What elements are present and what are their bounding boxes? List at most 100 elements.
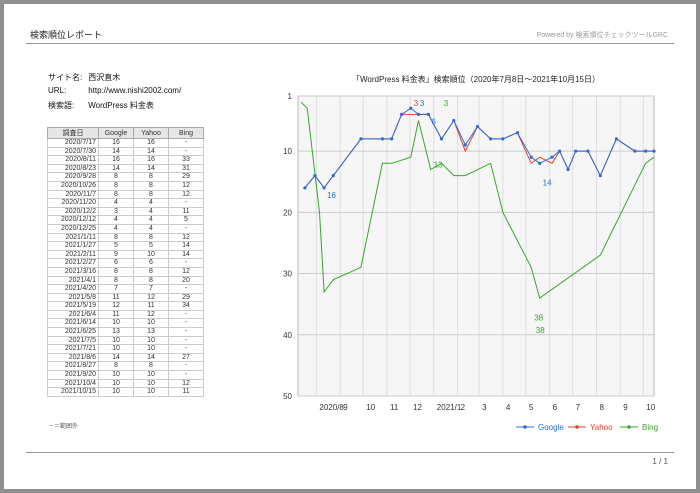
- google-point: [380, 137, 384, 141]
- bing-cell: -: [168, 146, 204, 157]
- google-point: [538, 161, 542, 165]
- table-row: 2021/8/27 8 8-: [47, 361, 204, 372]
- table-row: 2020/8/23 14 14 31: [47, 163, 204, 174]
- data-label: 3: [420, 99, 425, 108]
- x-tick-label: 2021/1: [437, 403, 462, 412]
- google-cell: 14: [98, 146, 134, 157]
- x-tick-label: 10: [366, 403, 375, 412]
- yahoo-cell: 8: [133, 266, 169, 277]
- x-tick-label: 8: [599, 403, 604, 412]
- google-point: [303, 186, 307, 190]
- header-divider: [26, 43, 674, 44]
- keyword-value: WordPress 料金表: [88, 101, 154, 110]
- col-yahoo-header: Yahoo: [133, 127, 169, 139]
- google-cell: 10: [98, 387, 134, 397]
- bing-cell: -: [168, 138, 204, 148]
- bing-cell: 34: [168, 301, 204, 311]
- page-number: 1 / 1: [652, 457, 668, 466]
- yahoo-cell: 8: [133, 232, 169, 243]
- data-label: 16: [327, 191, 336, 200]
- table-row: 2020/8/11 16 16 33: [47, 155, 204, 165]
- google-cell: 4: [98, 198, 134, 208]
- date-cell: 2020/12/25: [47, 223, 99, 234]
- date-cell: 2021/10/15: [47, 387, 99, 397]
- date-cell: 2021/4/1: [47, 275, 99, 286]
- bing-cell: -: [168, 344, 204, 354]
- plot-area: [297, 95, 655, 397]
- google-point: [501, 137, 505, 141]
- date-cell: 2021/8/6: [47, 352, 99, 363]
- date-cell: 2021/7/21: [47, 344, 99, 354]
- date-cell: 2021/10/4: [47, 378, 99, 389]
- google-cell: 16: [98, 155, 134, 165]
- yahoo-cell: 14: [133, 163, 169, 174]
- report-title: 検索順位レポート: [30, 30, 103, 40]
- table-row: 2021/10/4 10 10 12: [47, 378, 204, 389]
- google-cell: 16: [98, 138, 134, 148]
- footer-divider: [26, 452, 674, 453]
- x-tick-label: 12: [413, 403, 422, 412]
- google-cell: 8: [98, 266, 134, 277]
- x-tick-label: 3: [482, 403, 487, 412]
- x-tick-label: 6: [553, 403, 558, 412]
- yahoo-cell: 10: [133, 335, 169, 346]
- bing-cell: 12: [168, 180, 204, 191]
- table-row: 2020/12/2 3 4 11: [47, 206, 204, 217]
- google-point: [475, 125, 480, 129]
- google-cell: 14: [98, 163, 134, 174]
- google-point: [426, 112, 431, 116]
- google-cell: 4: [98, 223, 134, 234]
- table-row: 2021/1/27 5 5 14: [47, 241, 204, 251]
- bing-cell: 20: [168, 275, 204, 286]
- ranking-chart: 2020/8 9 10 11 12 2021/1 2 3 4 5 6 7 8 9 1011020304050…: [283, 92, 656, 412]
- google-cell: 4: [98, 215, 134, 225]
- table-row: 2021/6/25 13 13-: [47, 327, 204, 337]
- ranking-table: 調査日 Google Yahoo Bing 2020/7/17 16 16-2020…: [47, 127, 204, 397]
- bing-cell: 12: [168, 189, 204, 200]
- yahoo-cell: 4: [133, 215, 169, 225]
- yahoo-cell: 16: [133, 155, 169, 165]
- table-row: 2021/9/20 10 10-: [47, 370, 204, 380]
- y-tick-label: 40: [283, 331, 292, 340]
- yahoo-cell: 8: [133, 275, 169, 286]
- x-tick-label: 4: [506, 403, 511, 412]
- google-cell: 8: [98, 172, 134, 182]
- date-cell: 2020/8/23: [47, 163, 99, 174]
- google-point: [416, 112, 421, 116]
- x-tick-label: 9: [623, 403, 628, 412]
- google-cell: 7: [98, 284, 134, 294]
- table-row: 2020/12/25 4 4-: [47, 223, 204, 234]
- yahoo-cell: 4: [133, 198, 169, 208]
- y-tick-label: 50: [283, 392, 292, 401]
- bing-cell: 12: [168, 266, 204, 277]
- date-cell: 2021/9/20: [47, 370, 99, 380]
- legend-marker: [523, 425, 527, 429]
- google-point: [614, 137, 619, 141]
- report-page: 検索順位レポート Powered by 検索順位チェックツールGRC サイト名:…: [4, 4, 696, 489]
- col-bing-header: Bing: [168, 127, 204, 139]
- date-cell: 2021/1/11: [47, 232, 99, 243]
- date-cell: 2020/10/26: [47, 180, 99, 191]
- google-cell: 8: [98, 180, 134, 191]
- table-row: 2021/2/11 9 10 14: [47, 249, 204, 260]
- bing-cell: -: [168, 284, 204, 294]
- date-cell: 2021/2/27: [47, 258, 99, 268]
- table-row: 2021/4/20 7 7-: [47, 284, 204, 294]
- data-label: 14: [543, 179, 552, 188]
- legend-item-yahoo: Yahoo: [568, 423, 613, 432]
- table-row: 2021/7/5 10 10-: [47, 335, 204, 346]
- data-label: 38: [536, 326, 545, 335]
- date-cell: 2021/5/19: [47, 301, 99, 311]
- yahoo-cell: 10: [133, 344, 169, 354]
- legend-graphic: Google Yahoo Bing: [516, 423, 658, 432]
- google-cell: 8: [98, 275, 134, 286]
- chart-legend: Google Yahoo Bing: [514, 421, 664, 435]
- yahoo-cell: 10: [133, 370, 169, 380]
- table-row: 2020/9/28 8 8 29: [47, 172, 204, 182]
- date-cell: 2020/7/17: [47, 138, 99, 148]
- google-cell: 8: [98, 361, 134, 372]
- table-row: 2021/5/19 12 11 34: [47, 301, 204, 311]
- bing-cell: -: [168, 309, 204, 320]
- yahoo-cell: 8: [133, 361, 169, 372]
- data-label: 3: [414, 99, 419, 108]
